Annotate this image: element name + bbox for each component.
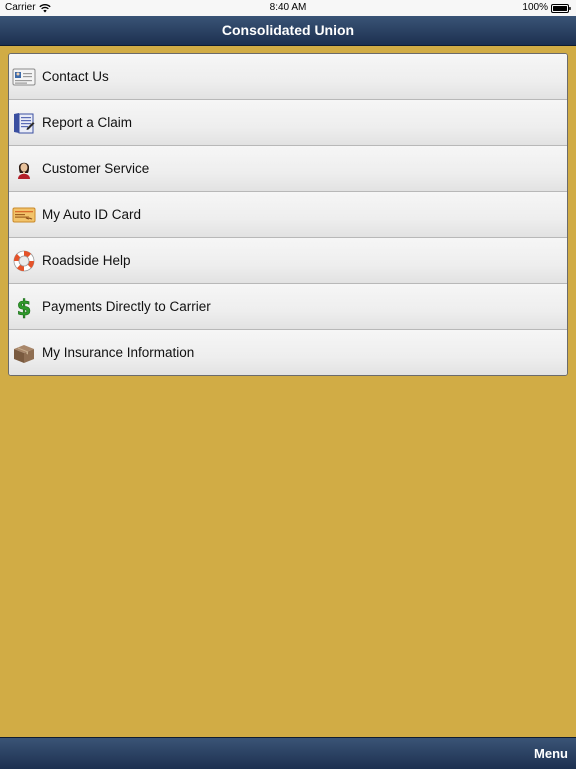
menu-item-my-insurance-information[interactable]: My Insurance Information (9, 330, 567, 375)
bottom-toolbar: Menu (0, 737, 576, 769)
id-card-icon (12, 207, 36, 222)
svg-text:$: $ (17, 296, 32, 319)
menu-item-label: Customer Service (42, 161, 150, 176)
menu-item-report-a-claim[interactable]: Report a Claim (9, 100, 567, 146)
battery-indicator: 100% (522, 0, 571, 16)
battery-label: 100% (522, 2, 548, 13)
box-icon (14, 344, 34, 363)
contact-card-icon (12, 68, 36, 85)
claim-document-icon (14, 112, 35, 133)
dollar-sign-icon: $ (16, 295, 32, 319)
menu-item-label: Report a Claim (42, 115, 133, 130)
menu-item-contact-us[interactable]: Contact Us (9, 54, 567, 100)
menu-item-label: Contact Us (42, 69, 109, 84)
status-bar: Carrier 8:40 AM 100% (0, 0, 576, 16)
menu-item-label: My Auto ID Card (42, 207, 142, 222)
menu-button[interactable]: Menu (534, 738, 568, 769)
menu-item-label: Payments Directly to Carrier (42, 299, 211, 314)
menu-item-label: Roadside Help (42, 253, 131, 268)
menu-item-my-auto-id-card[interactable]: My Auto ID Card (9, 192, 567, 238)
lifebuoy-icon (13, 250, 35, 271)
battery-icon (551, 3, 571, 13)
menu-item-customer-service[interactable]: Customer Service (9, 146, 567, 192)
menu-item-label: My Insurance Information (42, 345, 195, 360)
menu-item-roadside-help[interactable]: Roadside Help (9, 238, 567, 284)
service-agent-icon (18, 162, 30, 179)
navigation-bar: Consolidated Union (0, 16, 576, 46)
page-title: Consolidated Union (221, 22, 355, 38)
status-time: 8:40 AM (269, 2, 307, 13)
menu-item-payments-directly-to-carrier[interactable]: $ Payments Directly to Carrier (9, 284, 567, 330)
main-menu-list: Contact Us Report a Claim Customer Servi… (8, 53, 568, 376)
